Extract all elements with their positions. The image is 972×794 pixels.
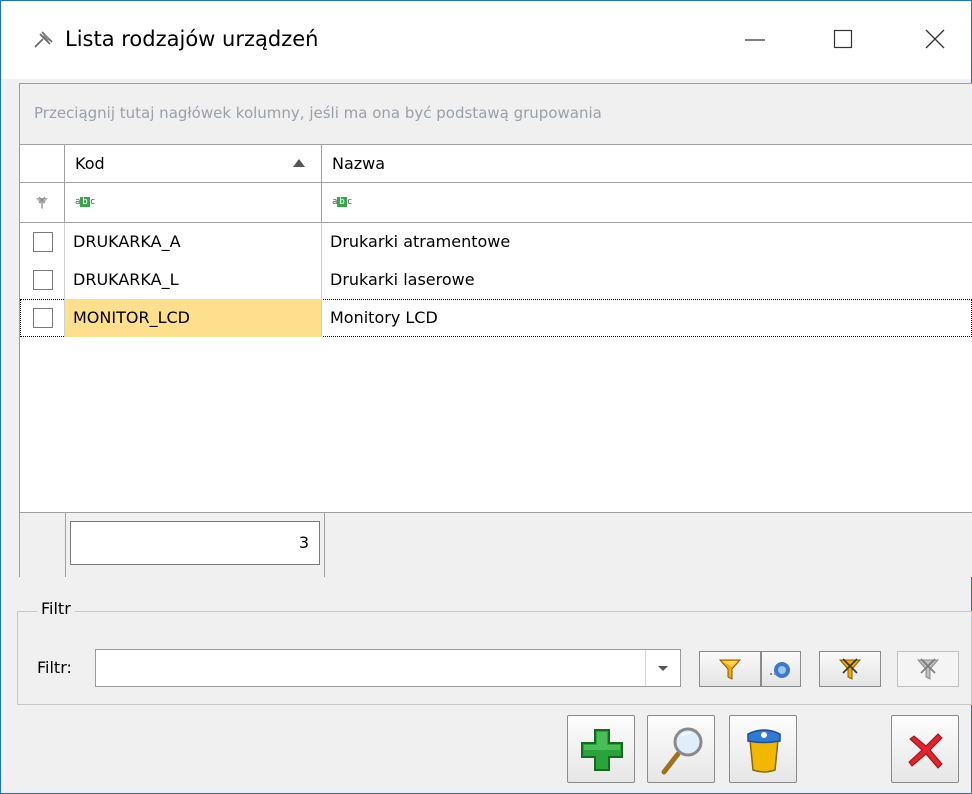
group-by-hint: Przeciągnij tutaj nagłówek kolumny, jeśl… xyxy=(34,104,602,122)
column-header-nazwa[interactable]: Nazwa xyxy=(322,145,972,183)
close-x-icon xyxy=(900,724,952,776)
cell-nazwa[interactable]: Monitory LCD xyxy=(322,299,972,337)
advanced-filter-button[interactable] xyxy=(819,651,881,687)
filter-cell-nazwa[interactable]: abc xyxy=(322,183,972,223)
data-grid: Przeciągnij tutaj nagłówek kolumny, jeśl… xyxy=(19,83,972,577)
minimize-button[interactable] xyxy=(725,15,785,63)
filter-clear-icon xyxy=(916,657,940,681)
chevron-down-icon xyxy=(657,665,669,673)
footer-divider xyxy=(324,513,325,577)
filter-input[interactable] xyxy=(100,656,644,682)
sort-ascending-icon xyxy=(293,159,305,167)
title-bar: Lista rodzajów urządzeń xyxy=(1,1,971,79)
row-checkbox[interactable] xyxy=(33,270,53,290)
abc-text-filter-icon: abc xyxy=(332,197,352,207)
refresh-filter-button[interactable] xyxy=(761,651,801,687)
apply-filter-button[interactable] xyxy=(699,651,761,687)
cell-kod[interactable]: DRUKARKA_L xyxy=(65,261,322,299)
filter-row-funnel-icon xyxy=(34,195,50,211)
cell-kod[interactable]: DRUKARKA_A xyxy=(65,223,322,261)
filter-row-indicator[interactable] xyxy=(20,183,65,223)
row-select-cell xyxy=(20,261,65,299)
close-icon xyxy=(925,29,945,49)
filter-cell-kod[interactable]: abc xyxy=(65,183,322,223)
close-button[interactable] xyxy=(891,715,959,783)
close-window-button[interactable] xyxy=(905,15,965,63)
cell-kod[interactable]: MONITOR_LCD xyxy=(65,299,322,337)
delete-button[interactable] xyxy=(729,715,797,783)
row-select-cell xyxy=(20,223,65,261)
preview-magnifier-icon xyxy=(656,724,708,776)
table-row[interactable]: DRUKARKA_A Drukarki atramentowe xyxy=(20,223,972,261)
add-icon xyxy=(576,724,628,776)
filter-group-legend: Filtr xyxy=(37,599,75,618)
table-row[interactable]: DRUKARKA_L Drukarki laserowe xyxy=(20,261,972,299)
row-select-cell xyxy=(20,299,65,337)
column-header-kod-label: Kod xyxy=(75,154,105,173)
column-header-kod[interactable]: Kod xyxy=(65,145,322,183)
abc-text-filter-icon: abc xyxy=(75,197,95,207)
delete-trash-icon xyxy=(738,724,790,776)
cell-nazwa[interactable]: Drukarki laserowe xyxy=(322,261,972,299)
add-button[interactable] xyxy=(567,715,635,783)
footer-summary-kod: 3 xyxy=(70,521,320,565)
row-checkbox[interactable] xyxy=(33,308,53,328)
cell-nazwa[interactable]: Drukarki atramentowe xyxy=(322,223,972,261)
app-pin-icon xyxy=(31,29,55,53)
maximize-icon xyxy=(833,29,853,49)
filter-funnel-icon xyxy=(718,657,742,681)
grid-footer: 3 xyxy=(20,512,972,577)
clear-filter-button xyxy=(897,651,959,687)
column-header-nazwa-label: Nazwa xyxy=(332,154,385,173)
footer-divider xyxy=(65,513,66,577)
window-title: Lista rodzajów urządzeń xyxy=(65,27,318,51)
filter-label: Filtr: xyxy=(37,658,72,677)
preview-button[interactable] xyxy=(647,715,715,783)
filter-dropdown-button[interactable] xyxy=(645,650,680,686)
grid-rows: DRUKARKA_A Drukarki atramentowe DRUKARKA… xyxy=(20,223,972,337)
filter-refresh-icon xyxy=(768,658,792,682)
header-indicator xyxy=(20,145,65,183)
filter-advanced-icon xyxy=(838,657,862,681)
window: Lista rodzajów urządzeń Przeciągnij tuta… xyxy=(0,0,972,794)
table-row-selected[interactable]: MONITOR_LCD Monitory LCD xyxy=(20,299,972,337)
maximize-button[interactable] xyxy=(813,15,873,63)
group-by-panel[interactable]: Przeciągnij tutaj nagłówek kolumny, jeśl… xyxy=(20,84,972,145)
record-count: 3 xyxy=(299,533,309,552)
minimize-icon xyxy=(745,29,765,49)
filter-combobox[interactable] xyxy=(95,649,681,687)
row-checkbox[interactable] xyxy=(33,232,53,252)
